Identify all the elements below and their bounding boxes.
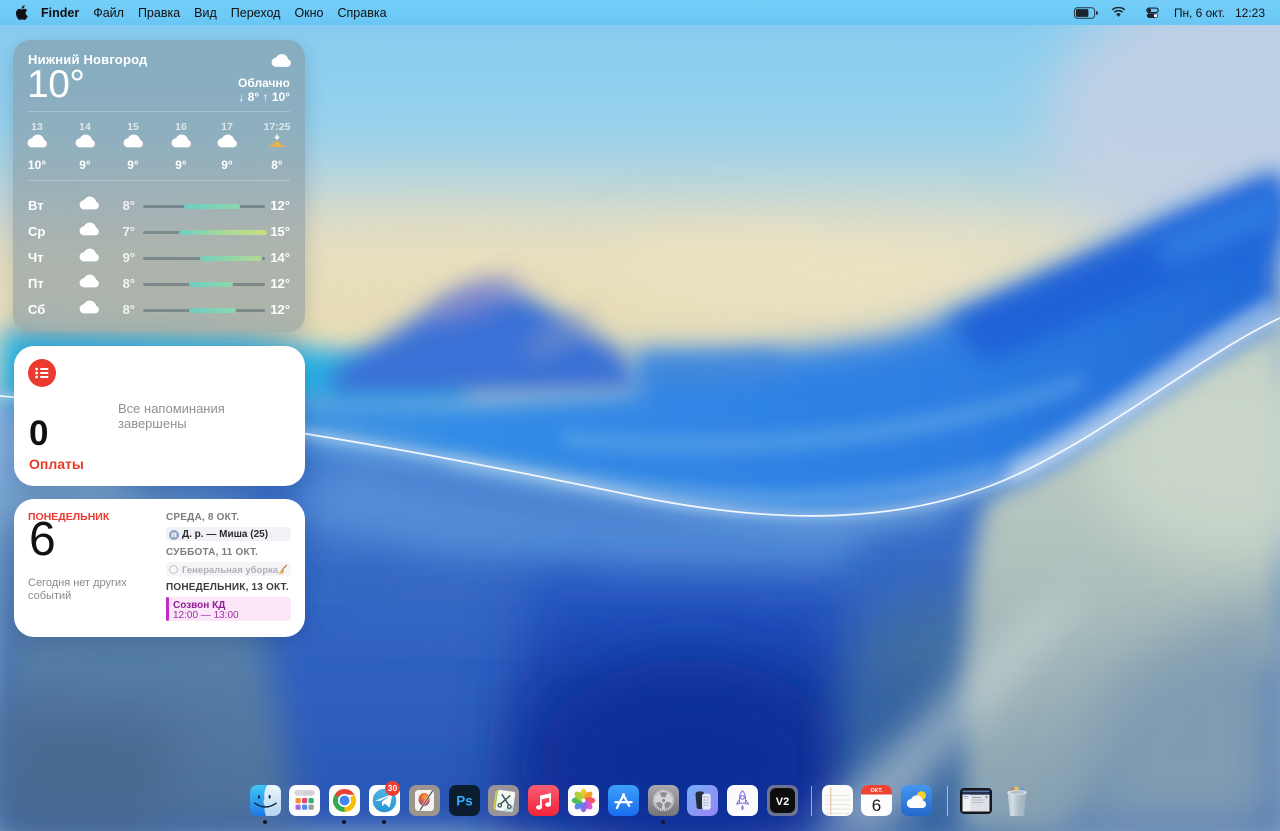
svg-text:ОКТ.: ОКТ. — [870, 788, 883, 794]
svg-text:Ps: Ps — [456, 794, 473, 809]
svg-text:V2: V2 — [776, 796, 789, 808]
svg-text:6: 6 — [872, 796, 881, 815]
